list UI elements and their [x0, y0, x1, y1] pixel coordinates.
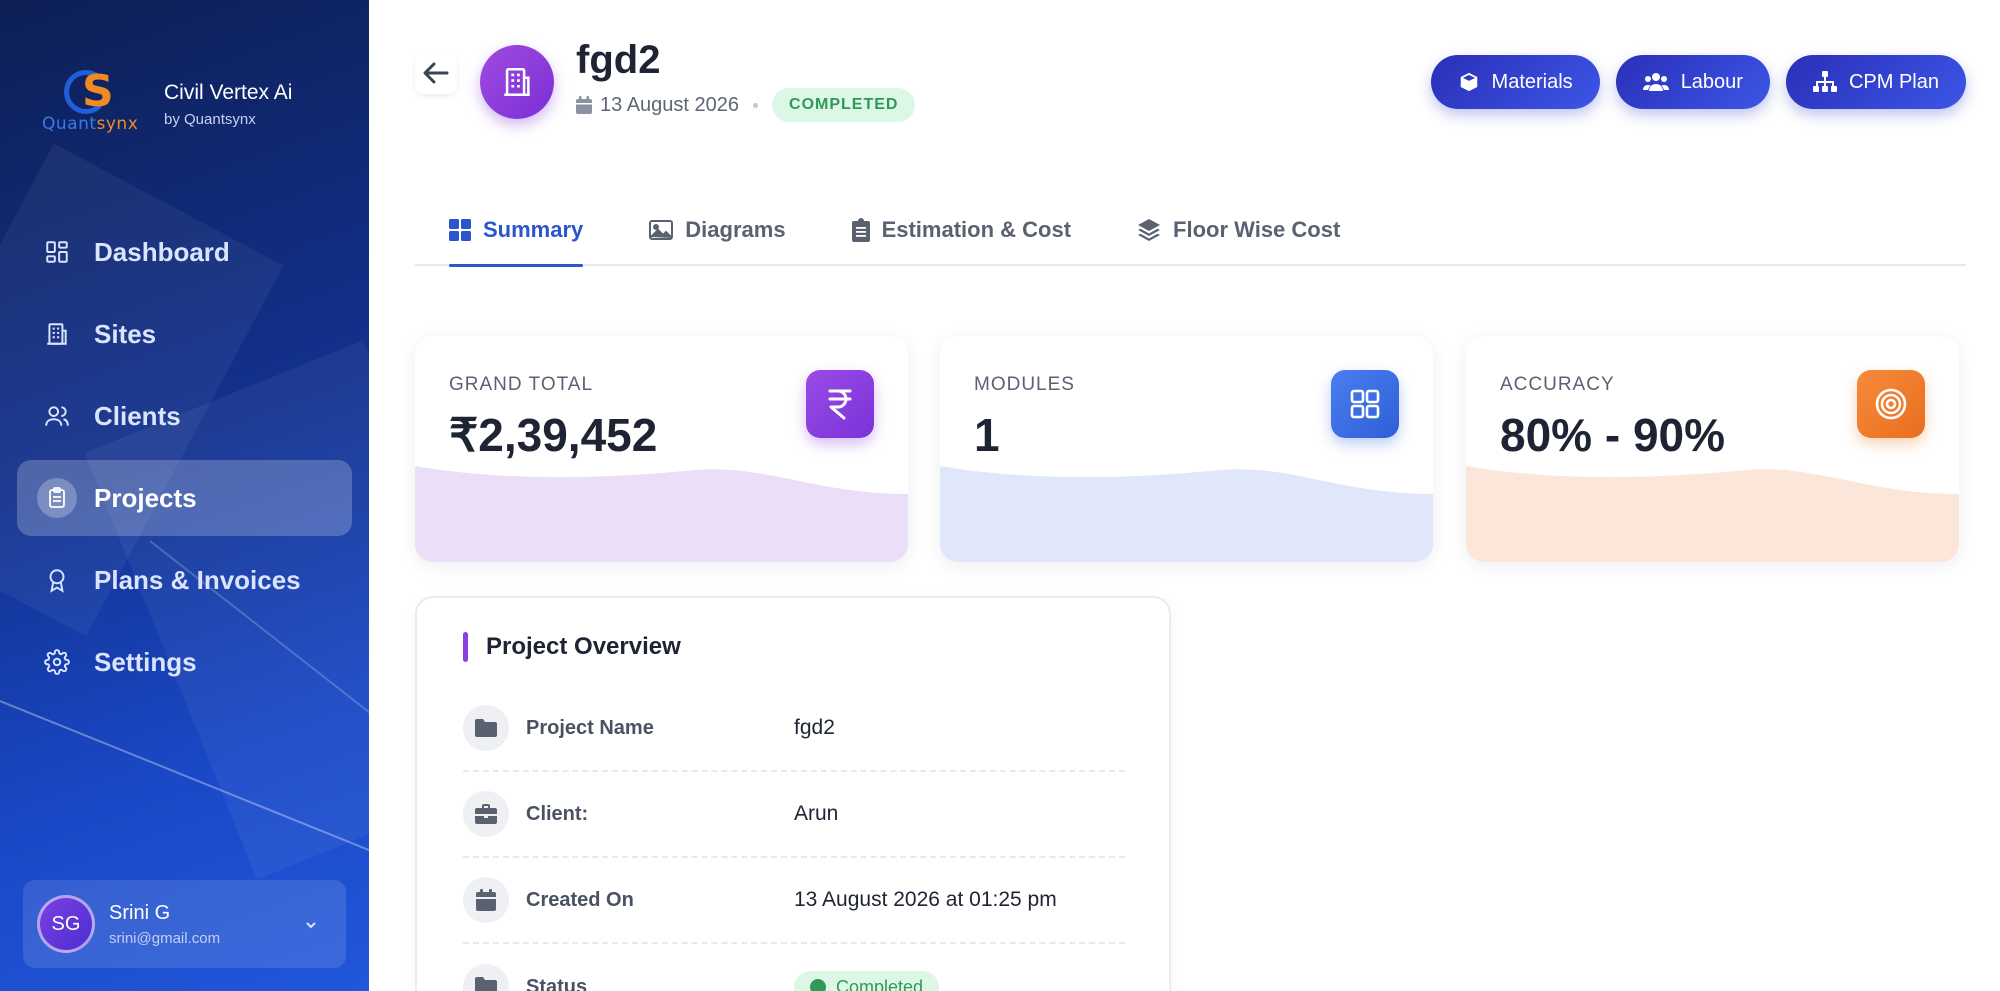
- project-overview-card: Project Overview Project Name fgd2 Clien…: [415, 596, 1171, 991]
- sitemap-icon: [1812, 71, 1837, 93]
- status-badge: COMPLETED: [772, 88, 916, 122]
- overview-row-project-name: Project Name fgd2: [463, 686, 1125, 772]
- user-menu[interactable]: SG Srini G srini@gmail.com: [23, 880, 346, 968]
- image-icon: [649, 220, 674, 240]
- sidebar-item-label: Projects: [94, 482, 197, 513]
- dashboard-icon: [42, 237, 72, 267]
- sidebar-item-label: Plans & Invoices: [94, 564, 301, 595]
- materials-button[interactable]: Materials: [1430, 55, 1600, 109]
- sidebar-item-settings[interactable]: Settings: [17, 624, 352, 700]
- check-circle-icon: [810, 979, 826, 991]
- overview-value: Arun: [794, 802, 839, 825]
- stat-label: GRAND TOTAL: [449, 374, 594, 395]
- tab-label: Estimation & Cost: [881, 217, 1072, 242]
- sidebar-item-plans-invoices[interactable]: Plans & Invoices: [17, 542, 352, 618]
- layers-icon: [1137, 218, 1161, 242]
- status-text: Completed: [836, 976, 924, 991]
- overview-key: Created On: [526, 888, 634, 911]
- stat-value: 80% - 90%: [1500, 409, 1726, 461]
- stat-label: MODULES: [974, 374, 1075, 395]
- brand[interactable]: S Quantsynx Civil Vertex Ai by Quantsynx: [42, 64, 342, 144]
- stat-value: 1: [974, 409, 1000, 461]
- clipboard-list-icon: [851, 218, 870, 242]
- user-email: srini@gmail.com: [109, 929, 221, 947]
- overview-row-client: Client: Arun: [463, 772, 1125, 858]
- avatar: SG: [37, 895, 95, 953]
- project-date: 13 August 2026: [600, 93, 740, 116]
- overview-value: fgd2: [794, 716, 835, 739]
- sidebar-item-clients[interactable]: Clients: [17, 378, 352, 454]
- briefcase-icon: [463, 791, 509, 837]
- grid-icon: [1331, 370, 1399, 438]
- calendar-icon: [576, 96, 592, 114]
- card-wave: [415, 466, 908, 562]
- users-icon: [42, 401, 72, 431]
- page-title: fgd2: [576, 38, 661, 82]
- award-icon: [42, 565, 72, 595]
- sidebar-item-projects[interactable]: Projects: [17, 460, 352, 536]
- materials-label: Materials: [1491, 70, 1573, 93]
- sidebar-item-label: Settings: [94, 646, 197, 677]
- main-content: fgd2 13 August 2026 COMPLETED Materials …: [369, 0, 2000, 991]
- chevron-down-icon[interactable]: [304, 914, 318, 935]
- overview-key: Project Name: [526, 716, 654, 739]
- tab-floor-wise-cost[interactable]: Floor Wise Cost: [1137, 196, 1340, 264]
- separator-dot: [753, 102, 759, 108]
- back-button[interactable]: [415, 52, 457, 94]
- tab-summary[interactable]: Summary: [449, 196, 584, 267]
- sidebar-item-label: Sites: [94, 318, 157, 349]
- tab-bar: Summary Diagrams Estimation & Cost Floor…: [415, 196, 1966, 267]
- tab-diagrams[interactable]: Diagrams: [649, 196, 786, 264]
- stat-card-modules: MODULES 1: [940, 336, 1433, 562]
- overview-key: Status: [526, 975, 588, 991]
- overview-row-status: Status Completed: [463, 944, 1125, 991]
- tab-label: Diagrams: [685, 217, 786, 242]
- sidebar-item-label: Dashboard: [94, 236, 230, 267]
- tab-label: Summary: [483, 217, 584, 242]
- folder-icon: [463, 705, 509, 751]
- grid-icon: [449, 219, 471, 241]
- stat-value: ₹2,39,452: [449, 409, 658, 461]
- sidebar: S Quantsynx Civil Vertex Ai by Quantsynx…: [0, 0, 369, 991]
- rupee-icon: [806, 370, 874, 438]
- building-icon: [504, 67, 530, 97]
- sidebar-item-sites[interactable]: Sites: [17, 296, 352, 372]
- tab-estimation-cost[interactable]: Estimation & Cost: [851, 196, 1072, 264]
- overview-row-created-on: Created On 13 August 2026 at 01:25 pm: [463, 858, 1125, 944]
- stat-card-accuracy: ACCURACY 80% - 90%: [1466, 336, 1959, 562]
- flag-icon: [463, 964, 509, 991]
- project-meta: 13 August 2026 COMPLETED: [576, 88, 916, 122]
- tab-label: Floor Wise Cost: [1173, 217, 1341, 242]
- calendar-icon: [463, 877, 509, 923]
- stat-label: ACCURACY: [1500, 374, 1615, 395]
- labour-button[interactable]: Labour: [1615, 55, 1770, 109]
- card-wave: [1466, 466, 1959, 562]
- gear-icon: [42, 647, 72, 677]
- cpm-plan-label: CPM Plan: [1848, 70, 1939, 93]
- cpm-plan-button[interactable]: CPM Plan: [1785, 55, 1966, 109]
- target-icon: [1857, 370, 1925, 438]
- labour-label: Labour: [1680, 70, 1743, 93]
- building-icon: [42, 319, 72, 349]
- stat-card-grand-total: GRAND TOTAL ₹2,39,452: [415, 336, 908, 562]
- cube-icon: [1458, 71, 1480, 93]
- brand-tagline: by Quantsynx: [164, 110, 256, 128]
- header-actions: Materials Labour CPM Plan: [1415, 55, 1966, 109]
- brand-logo: S Quantsynx: [42, 66, 139, 134]
- card-wave: [940, 466, 1433, 562]
- sidebar-nav: Dashboard Sites Clients Projects Plans &…: [17, 214, 352, 706]
- brand-name: Civil Vertex Ai: [164, 80, 293, 104]
- clipboard-icon: [37, 478, 77, 518]
- arrow-left-icon: [423, 62, 449, 84]
- sidebar-item-dashboard[interactable]: Dashboard: [17, 214, 352, 290]
- overview-value: 13 August 2026 at 01:25 pm: [794, 888, 1057, 911]
- project-avatar: [480, 45, 554, 119]
- status-badge: Completed: [794, 970, 940, 991]
- section-title: Project Overview: [463, 632, 681, 662]
- user-name: Srini G: [109, 901, 171, 924]
- overview-key: Client:: [526, 802, 589, 825]
- users-icon: [1642, 71, 1669, 93]
- sidebar-item-label: Clients: [94, 400, 181, 431]
